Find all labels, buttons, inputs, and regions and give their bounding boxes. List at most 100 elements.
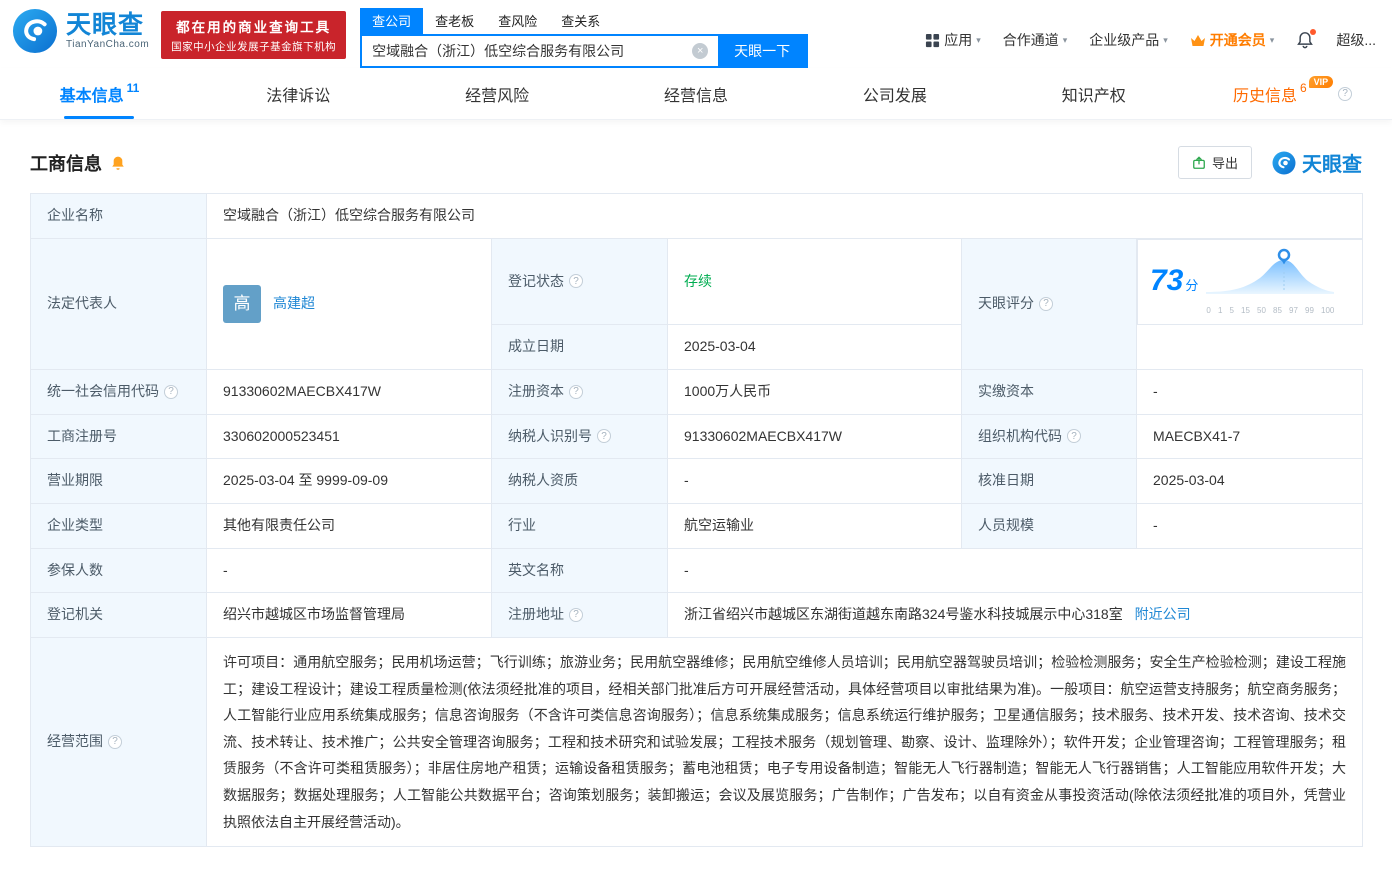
- company-detail-tabs: 基本信息 11 法律诉讼 经营风险 经营信息 公司发展 知识产权 历史信息 6 …: [0, 68, 1392, 120]
- clear-search-icon[interactable]: ×: [692, 43, 709, 59]
- reg-address-text: 浙江省绍兴市越城区东湖街道越东南路324号鉴水科技城展示中心318室: [684, 606, 1123, 623]
- tianyancha-logo[interactable]: 天眼查 TianYanCha.com: [12, 8, 149, 54]
- score-distribution-chart: 0 1 5 15 50 85 97 99 100: [1206, 246, 1335, 318]
- table-row: 企业名称 空域融合（浙江）低空综合服务有限公司: [30, 193, 1363, 239]
- watermark-text: 天眼查: [1302, 154, 1362, 176]
- tab-basic-info-label: 基本信息: [59, 87, 124, 105]
- slogan-line-2: 国家中小企业发展子基金旗下机构: [171, 41, 337, 53]
- help-icon[interactable]: ?: [569, 608, 583, 623]
- search-input[interactable]: [362, 43, 693, 59]
- table-row: 参保人数 - 英文名称 -: [30, 547, 1363, 594]
- help-icon[interactable]: ?: [108, 735, 122, 750]
- field-value-establish-date: 2025-03-04: [667, 324, 962, 370]
- field-label-industry: 行业: [491, 503, 668, 549]
- field-value-reg-address: 浙江省绍兴市越城区东湖街道越东南路324号鉴水科技城展示中心318室 附近公司: [667, 592, 1363, 639]
- help-icon[interactable]: ?: [1039, 296, 1053, 311]
- field-label-business-term: 营业期限: [30, 458, 207, 505]
- tab-legal-litigation-label: 法律诉讼: [266, 87, 331, 105]
- field-value-company-type: 其他有限责任公司: [206, 503, 492, 549]
- top-nav: 应用 ▾ 合作通道 ▾ 企业级产品 ▾ 开通会员 ▾ 超级...: [925, 8, 1376, 50]
- tab-company-development-label: 公司发展: [862, 87, 927, 105]
- brand-domain: TianYanCha.com: [66, 39, 150, 51]
- help-icon[interactable]: ?: [597, 429, 611, 444]
- field-label-score: 天眼评分 ?: [961, 237, 1137, 370]
- chevron-down-icon: ▾: [1269, 34, 1275, 45]
- business-info-table: 企业名称 空域融合（浙江）低空综合服务有限公司 法定代表人 高 高建超 登记状态…: [30, 193, 1363, 848]
- field-value-reg-status: 存续: [667, 237, 962, 326]
- field-label-english-name: 英文名称: [491, 547, 668, 594]
- tianyancha-logo-icon: [12, 8, 58, 54]
- search-button[interactable]: 天眼一下: [718, 36, 807, 66]
- tab-intellectual-property-label: 知识产权: [1061, 87, 1126, 105]
- field-value-paid-capital: -: [1136, 368, 1363, 415]
- field-value-taxpayer-quality: -: [667, 458, 962, 505]
- help-icon[interactable]: ?: [164, 384, 178, 399]
- table-row: 企业类型 其他有限责任公司 行业 航空运输业 人员规模 -: [30, 503, 1363, 549]
- field-value-insured-count: -: [206, 547, 492, 594]
- tab-operation-risk-label: 经营风险: [465, 87, 530, 105]
- field-label-insured-count: 参保人数: [30, 547, 207, 594]
- nav-open-vip-label: 开通会员: [1209, 32, 1266, 48]
- field-label-reg-address: 注册地址 ?: [491, 592, 668, 639]
- field-label-credit-code: 统一社会信用代码 ?: [30, 368, 207, 415]
- field-label-reg-capital: 注册资本 ?: [491, 368, 668, 415]
- field-value-business-scope: 许可项目：通用航空服务；民用机场运营；飞行训练；旅游业务；民用航空器维修；民用航…: [206, 637, 1363, 848]
- tab-operation-info[interactable]: 经营信息: [597, 68, 796, 119]
- field-value-taxpayer-id: 91330602MAECBX417W: [667, 413, 962, 460]
- tab-history-info[interactable]: 历史信息 6 VIP ?: [1193, 68, 1392, 119]
- search-tab-company[interactable]: 查公司: [360, 8, 424, 34]
- field-label-taxpayer-quality: 纳税人资质: [491, 458, 668, 505]
- nav-open-vip[interactable]: 开通会员 ▾: [1190, 30, 1275, 50]
- nav-cooperation[interactable]: 合作通道 ▾: [1003, 30, 1068, 50]
- nav-enterprise-products[interactable]: 企业级产品 ▾: [1089, 30, 1168, 50]
- nearby-companies-link[interactable]: 附近公司: [1135, 606, 1191, 622]
- tab-intellectual-property[interactable]: 知识产权: [994, 68, 1193, 119]
- table-row: 工商注册号 330602000523451 纳税人识别号 ? 91330602M…: [30, 413, 1363, 460]
- field-label-legal-rep: 法定代表人: [30, 237, 207, 370]
- tab-company-development[interactable]: 公司发展: [795, 68, 994, 119]
- export-button[interactable]: 导出: [1177, 146, 1252, 179]
- field-label-company-type: 企业类型: [30, 503, 207, 549]
- help-icon[interactable]: ?: [569, 274, 583, 289]
- field-value-approval-date: 2025-03-04: [1136, 458, 1363, 505]
- vip-badge: VIP: [1308, 75, 1334, 88]
- field-label-reg-authority: 登记机关: [30, 592, 207, 639]
- legal-rep-avatar[interactable]: 高: [223, 284, 261, 323]
- search-tab-risk[interactable]: 查风险: [486, 8, 549, 34]
- section-actions: 导出 天眼查: [1177, 146, 1362, 179]
- help-icon[interactable]: ?: [1338, 86, 1353, 101]
- tab-legal-litigation[interactable]: 法律诉讼: [199, 68, 398, 119]
- search-tab-relation[interactable]: 查关系: [549, 8, 612, 34]
- search-tab-boss[interactable]: 查老板: [423, 8, 486, 34]
- field-value-industry: 航空运输业: [667, 503, 962, 549]
- field-label-reg-number: 工商注册号: [30, 413, 207, 460]
- tab-operation-risk[interactable]: 经营风险: [398, 68, 597, 119]
- notifications-bell-icon[interactable]: [1296, 29, 1317, 49]
- help-icon[interactable]: ?: [1067, 429, 1081, 444]
- business-scope-text: 许可项目：通用航空服务；民用机场运营；飞行训练；旅游业务；民用航空器维修；民用航…: [223, 654, 1346, 830]
- tab-basic-info[interactable]: 基本信息 11: [0, 68, 199, 119]
- nav-apps[interactable]: 应用 ▾: [925, 30, 981, 50]
- table-row: 经营范围 ? 许可项目：通用航空服务；民用机场运营；飞行训练；旅游业务；民用航空…: [30, 637, 1363, 848]
- field-label-approval-date: 核准日期: [961, 458, 1137, 505]
- chevron-down-icon: ▾: [1163, 34, 1168, 45]
- tab-history-info-label: 历史信息: [1232, 87, 1297, 105]
- subscribe-bell-icon[interactable]: [110, 155, 126, 171]
- slogan-line-1: 都在用的商业查询工具: [176, 20, 332, 35]
- logo-text: 天眼查 TianYanCha.com: [66, 10, 150, 51]
- watermark-logo: 天眼查: [1272, 148, 1362, 177]
- main-content: 工商信息 导出 天眼查 企业名称 空域融合（浙江）低空综合服务有限公司 法定代表…: [0, 146, 1392, 877]
- field-label-establish-date: 成立日期: [491, 324, 668, 370]
- export-icon: [1193, 155, 1205, 169]
- nav-enterprise-label: 企业级产品: [1089, 32, 1160, 48]
- help-icon[interactable]: ?: [569, 384, 583, 399]
- apps-grid-icon: [926, 33, 940, 47]
- nav-super-vip[interactable]: 超级...: [1336, 30, 1376, 50]
- field-value-business-term: 2025-03-04 至 9999-09-09: [206, 458, 492, 505]
- table-row: 统一社会信用代码 ? 91330602MAECBX417W 注册资本 ? 100…: [30, 368, 1363, 415]
- brand-name: 天眼查: [66, 10, 145, 39]
- tab-operation-info-label: 经营信息: [664, 87, 729, 105]
- crown-icon: [1190, 34, 1205, 46]
- legal-rep-name-link[interactable]: 高建超: [273, 293, 315, 315]
- field-value-org-code: MAECBX41-7: [1136, 413, 1363, 460]
